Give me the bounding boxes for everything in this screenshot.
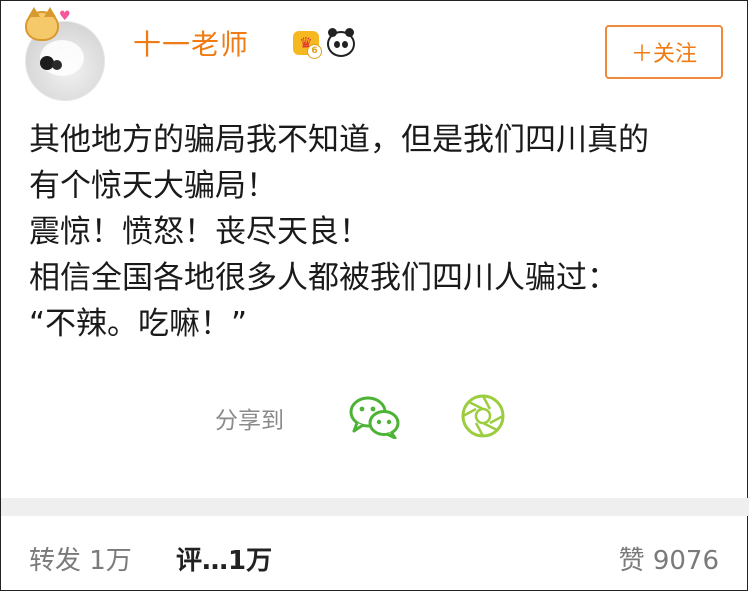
avatar-photo-detail	[52, 60, 62, 70]
wechat-moments-icon[interactable]	[460, 393, 506, 439]
panda-ear	[328, 28, 337, 37]
user-name[interactable]: 十一老师	[133, 23, 249, 63]
follow-button[interactable]: ＋关注	[605, 25, 723, 79]
crown-level-badge: 6	[307, 44, 322, 59]
cat-icon	[25, 7, 59, 41]
panda-icon[interactable]	[327, 28, 355, 57]
panda-eye	[342, 41, 348, 48]
post-card: ♥ 十一老师 ♛ 6 ＋关注 其他地方的骗局我不知道，但是我们四川真的 有个惊天…	[0, 0, 749, 592]
comment-count[interactable]: 评…1万	[176, 540, 272, 577]
panda-eye	[334, 41, 340, 48]
repost-count[interactable]: 转发 1万	[29, 540, 132, 577]
like-count[interactable]: 赞 9076	[619, 540, 719, 577]
post-line: 相信全国各地很多人都被我们四川人骗过：	[29, 260, 618, 296]
post-line: 有个惊天大骗局！	[29, 168, 277, 204]
post-line: 其他地方的骗局我不知道，但是我们四川真的	[29, 122, 649, 158]
heart-icon: ♥	[59, 9, 71, 24]
share-label: 分享到	[215, 408, 284, 434]
post-header: ♥ 十一老师 ♛ 6 ＋关注	[25, 7, 725, 101]
post-line: 震惊！愤怒！丧尽天良！	[29, 214, 370, 250]
wechat-icon[interactable]	[349, 395, 401, 439]
panda-ear	[345, 28, 354, 37]
post-line: “不辣。吃嘛！”	[29, 306, 248, 342]
post-text: 其他地方的骗局我不知道，但是我们四川真的 有个惊天大骗局！ 震惊！愤怒！丧尽天良…	[29, 117, 729, 347]
action-bar: 转发 1万 评…1万 赞 9076	[1, 516, 749, 592]
share-bar: 分享到	[215, 391, 535, 443]
section-divider	[1, 498, 749, 516]
